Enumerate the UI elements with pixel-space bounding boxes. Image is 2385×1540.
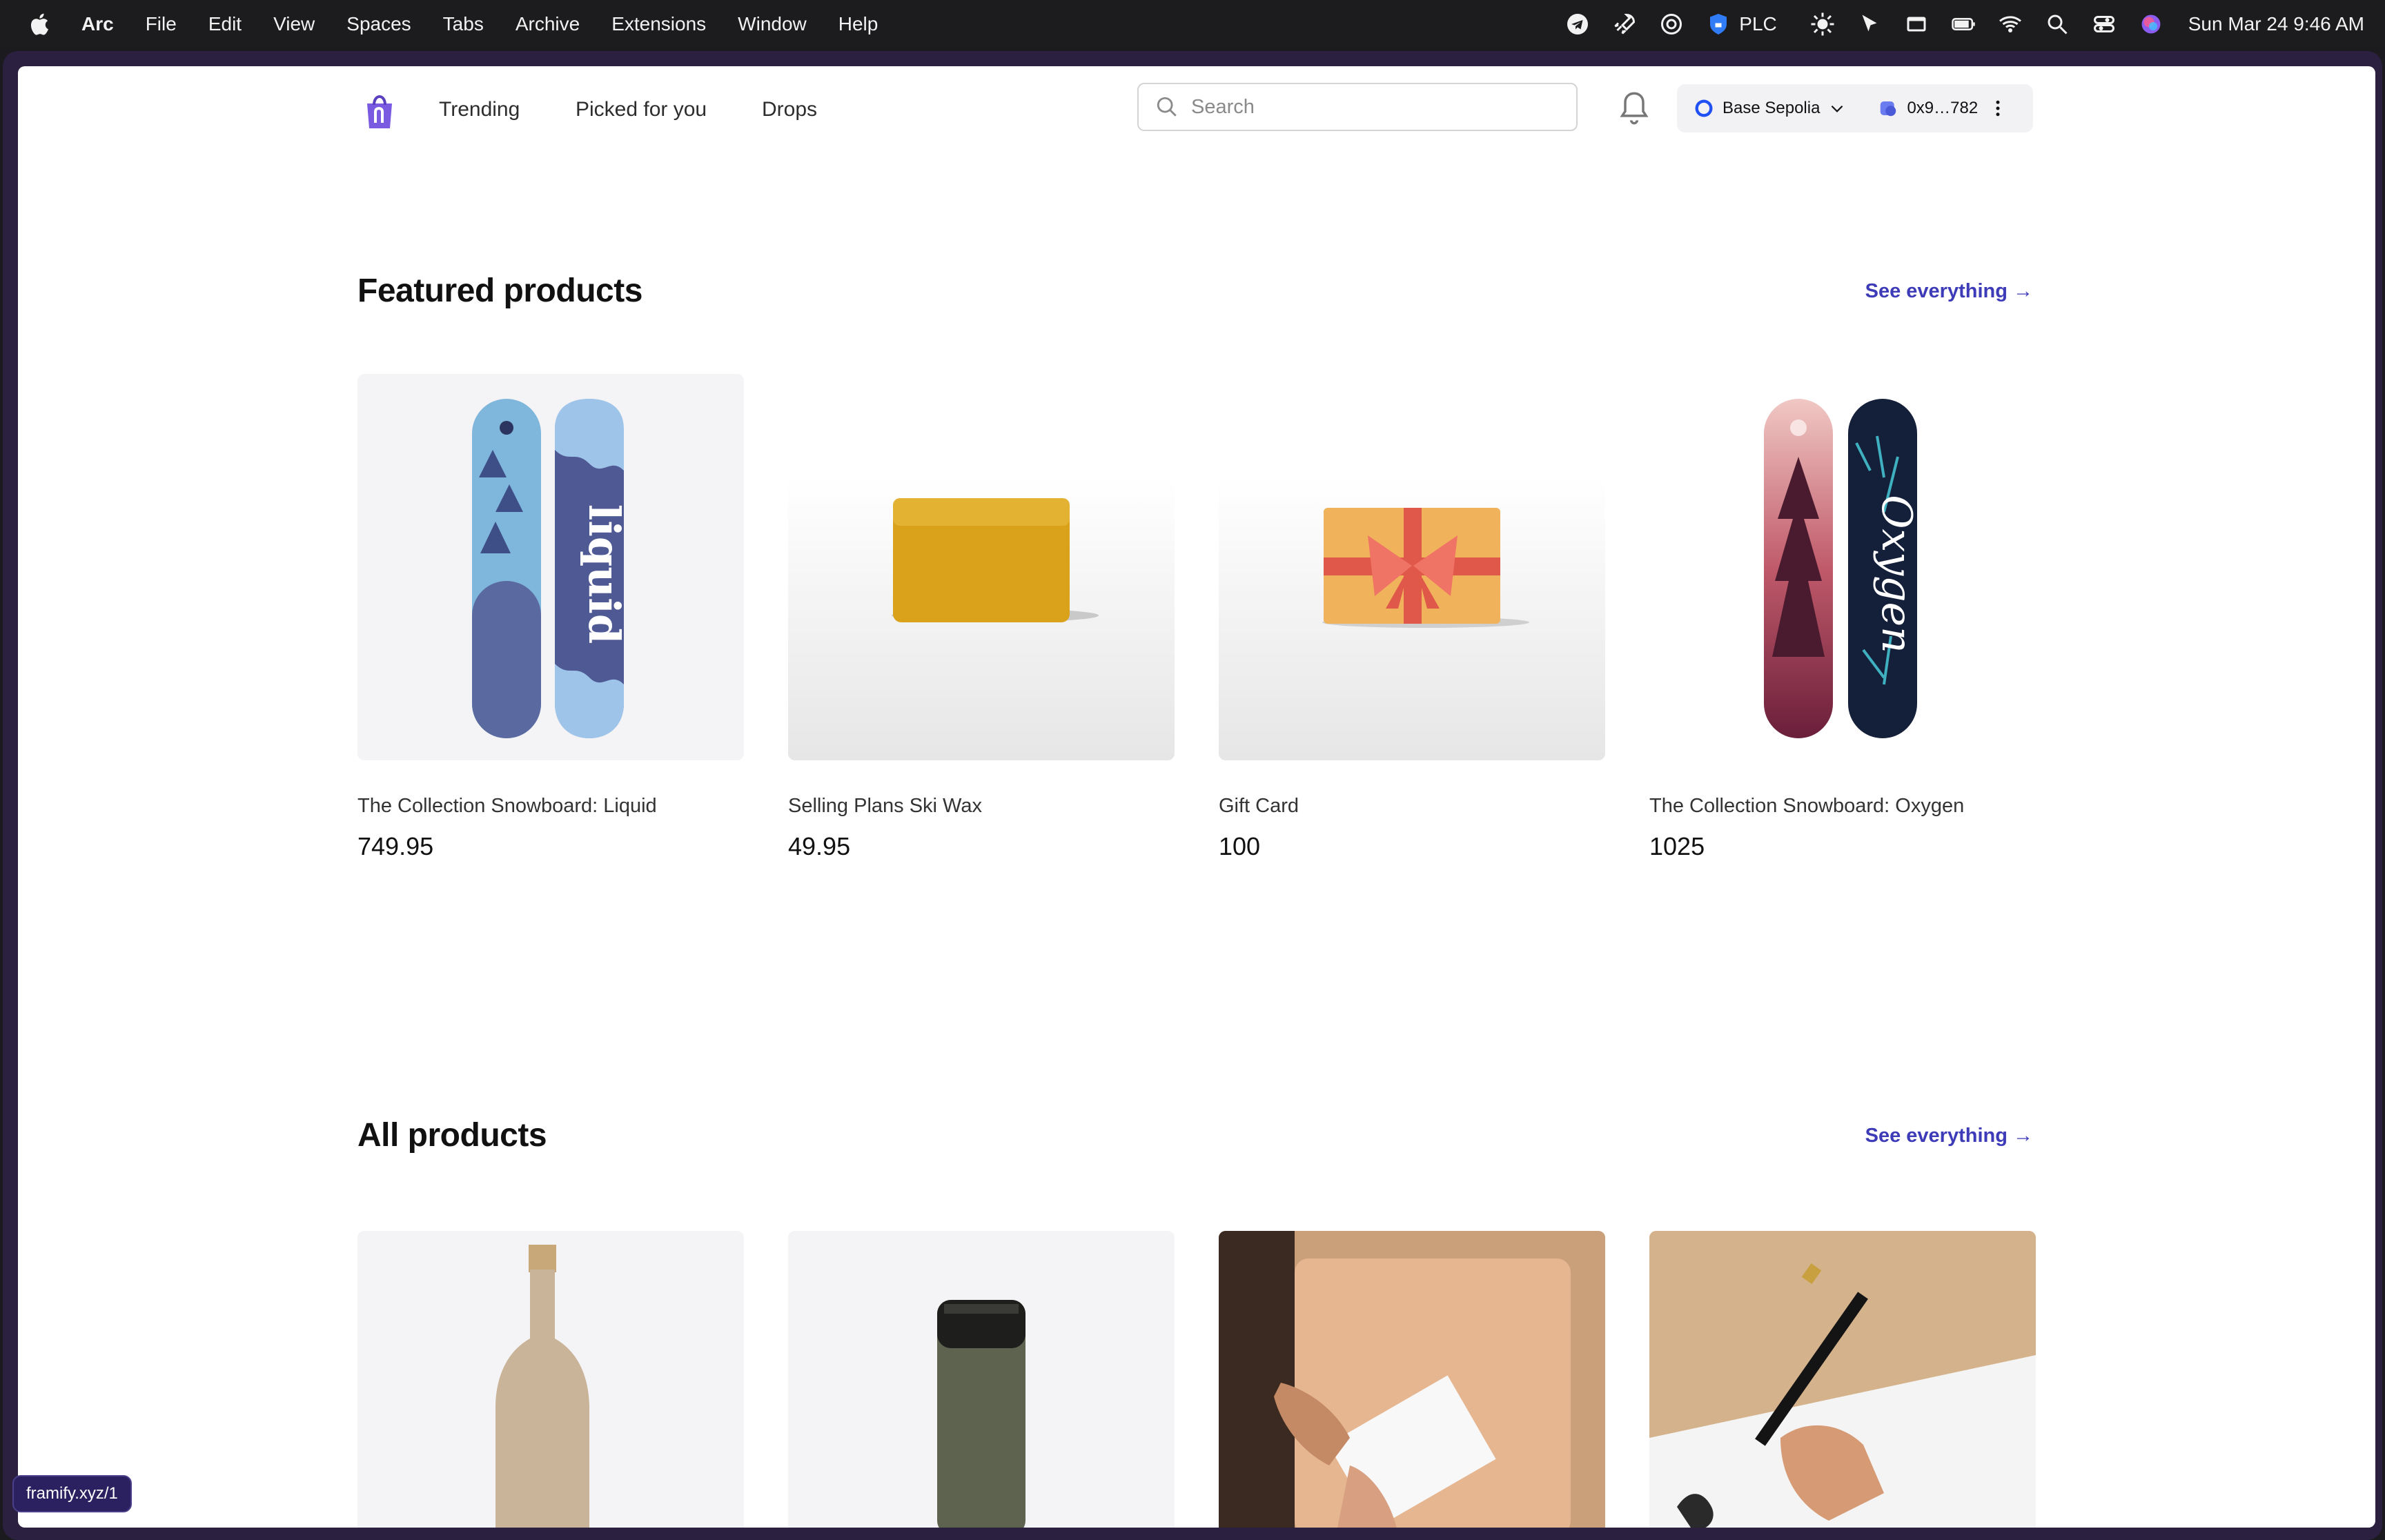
search-icon — [1157, 97, 1177, 117]
product-name[interactable]: The Collection Snowboard: Liquid — [357, 795, 657, 818]
product-price: 49.95 — [788, 832, 851, 860]
product-image-tumbler[interactable] — [788, 1231, 1175, 1528]
more-options-icon[interactable] — [1988, 97, 2008, 120]
plc-status-text[interactable]: PLC — [1739, 13, 1776, 35]
product-price: 100 — [1219, 832, 1261, 860]
cursor-tool-icon[interactable] — [1854, 9, 1885, 39]
menu-help[interactable]: Help — [838, 13, 879, 35]
battery-icon[interactable] — [1948, 9, 1979, 39]
featured-see-everything-link[interactable]: See everything → — [1865, 280, 2033, 303]
menu-edit[interactable]: Edit — [208, 13, 242, 35]
product-image-notebook-writing[interactable] — [1219, 1231, 1605, 1528]
network-label: Base Sepolia — [1722, 99, 1820, 117]
product-image-ski-wax[interactable] — [788, 477, 1175, 760]
shop-logo-icon[interactable] — [357, 90, 402, 134]
all-products-section-title: All products — [357, 1117, 547, 1154]
menu-window[interactable]: Window — [738, 13, 807, 35]
product-name[interactable]: Gift Card — [1219, 795, 1299, 818]
wallet-controls: Base Sepolia 0x9…782 — [1677, 84, 2033, 132]
window-manager-icon[interactable] — [1901, 9, 1932, 39]
guard-icon[interactable] — [1703, 9, 1734, 39]
control-center-icon[interactable] — [2089, 9, 2119, 39]
brightness-icon[interactable] — [1807, 9, 1838, 39]
menu-app-name[interactable]: Arc — [81, 13, 114, 35]
vpn-shield-icon[interactable] — [1656, 9, 1687, 39]
product-price: 749.95 — [357, 832, 434, 860]
chevron-down-icon — [1832, 105, 1843, 112]
macos-menubar: Arc File Edit View Spaces Tabs Archive E… — [0, 0, 2385, 48]
base-network-icon — [1695, 99, 1713, 117]
product-image-pen-writing[interactable] — [1649, 1231, 2036, 1528]
status-url-pill: framify.xyz/1 — [12, 1475, 132, 1512]
account-button[interactable]: 0x9…782 — [1878, 98, 1978, 119]
nav-picked-for-you[interactable]: Picked for you — [576, 98, 707, 121]
apple-menu-icon[interactable] — [28, 12, 50, 37]
rocket-icon[interactable] — [1609, 9, 1640, 39]
bell-icon[interactable] — [1616, 88, 1652, 128]
menu-tabs[interactable]: Tabs — [443, 13, 484, 35]
nav-trending[interactable]: Trending — [439, 98, 520, 121]
site-header: Trending Picked for you Drops Search Bas… — [18, 66, 2375, 156]
wifi-icon[interactable] — [1995, 9, 2025, 39]
spotlight-search-icon[interactable] — [2042, 9, 2072, 39]
product-image-bottle[interactable] — [357, 1231, 744, 1528]
search-input[interactable] — [1190, 95, 1551, 119]
svg-text:Oxygen: Oxygen — [1872, 495, 1921, 653]
menubar-clock[interactable]: Sun Mar 24 9:46 AM — [2188, 13, 2364, 35]
menu-spaces[interactable]: Spaces — [346, 13, 411, 35]
network-selector[interactable]: Base Sepolia — [1694, 98, 1846, 119]
product-name[interactable]: The Collection Snowboard: Oxygen — [1649, 795, 1964, 818]
product-name[interactable]: Selling Plans Ski Wax — [788, 795, 982, 818]
svg-text:liquid: liquid — [579, 504, 629, 644]
menu-view[interactable]: View — [273, 13, 315, 35]
telegram-icon[interactable] — [1562, 9, 1593, 39]
search-box[interactable] — [1137, 83, 1578, 131]
all-products-see-everything-link[interactable]: See everything → — [1865, 1125, 2033, 1147]
siri-icon[interactable] — [2136, 9, 2166, 39]
account-avatar-icon — [1881, 101, 1896, 117]
web-page: Trending Picked for you Drops Search Bas… — [18, 66, 2375, 1528]
product-image-liquid-snowboard[interactable]: liquid — [357, 374, 744, 760]
menu-archive[interactable]: Archive — [516, 13, 580, 35]
account-address: 0x9…782 — [1907, 99, 1979, 117]
nav-drops[interactable]: Drops — [762, 98, 817, 121]
product-image-oxygen-snowboard[interactable]: Oxygen — [1649, 374, 2036, 760]
menu-extensions[interactable]: Extensions — [611, 13, 706, 35]
menu-file[interactable]: File — [146, 13, 177, 35]
browser-window: Trending Picked for you Drops Search Bas… — [3, 51, 2382, 1540]
product-price: 1025 — [1649, 832, 1705, 860]
product-image-gift-card[interactable] — [1219, 477, 1605, 760]
featured-section-title: Featured products — [357, 273, 642, 309]
